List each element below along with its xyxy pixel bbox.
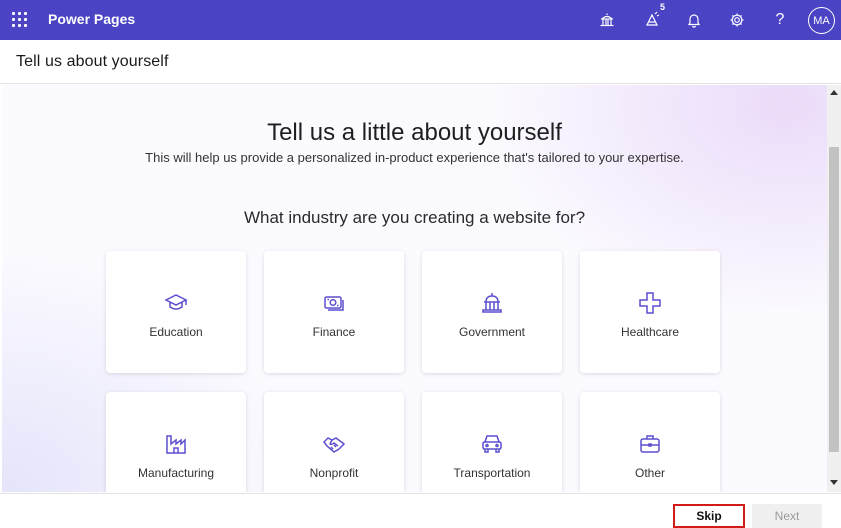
vertical-scrollbar[interactable] [827, 85, 841, 492]
industry-label: Other [634, 466, 665, 480]
industry-card-other[interactable]: Other [580, 392, 720, 492]
medical-cross-icon [639, 292, 661, 314]
industry-label: Education [149, 325, 203, 339]
app-launcher-icon[interactable] [12, 12, 28, 28]
gear-icon[interactable] [727, 10, 747, 30]
copilot-icon[interactable] [642, 10, 662, 30]
help-icon[interactable]: ? [770, 10, 790, 30]
industry-card-healthcare[interactable]: Healthcare [580, 251, 720, 373]
scroll-up-arrow-icon[interactable] [830, 89, 838, 95]
scrollbar-thumb[interactable] [829, 147, 839, 452]
industry-label: Nonprofit [309, 466, 359, 480]
industry-card-government[interactable]: Government [422, 251, 562, 373]
next-button[interactable]: Next [752, 504, 822, 528]
factory-icon [166, 435, 186, 454]
briefcase-icon [640, 435, 660, 453]
notification-count-badge: 5 [660, 2, 666, 12]
industry-card-education[interactable]: Education [106, 251, 246, 373]
industry-card-transportation[interactable]: Transportation [422, 392, 562, 492]
industry-question: What industry are you creating a website… [243, 208, 586, 227]
industry-label: Transportation [453, 466, 531, 480]
page-header: Tell us about yourself [0, 40, 841, 84]
money-icon [324, 296, 344, 311]
industry-card-finance[interactable]: Finance [264, 251, 404, 373]
bell-icon[interactable] [684, 10, 704, 30]
vehicle-icon [482, 435, 502, 453]
avatar[interactable]: MA [808, 7, 835, 34]
graduation-cap-icon [164, 294, 188, 310]
industry-card-nonprofit[interactable]: Nonprofit [264, 392, 404, 492]
industry-label: Government [458, 325, 526, 339]
skip-button[interactable]: Skip [673, 504, 745, 528]
footer-bar: Skip Next [0, 493, 841, 528]
industry-label: Healthcare [620, 325, 680, 339]
industry-label: Manufacturing [137, 466, 215, 480]
app-header-bar: Power Pages 5 ? MA [0, 0, 841, 40]
environment-icon[interactable] [597, 10, 617, 30]
government-building-icon [482, 293, 502, 313]
onboarding-panel: Tell us a little about yourself This wil… [2, 85, 827, 492]
industry-label: Finance [312, 325, 356, 339]
onboarding-subtitle: This will help us provide a personalized… [145, 150, 684, 165]
app-name[interactable]: Power Pages [48, 11, 135, 27]
handshake-icon [323, 437, 346, 453]
page-title: Tell us about yourself [16, 53, 169, 70]
industry-card-manufacturing[interactable]: Manufacturing [106, 392, 246, 492]
onboarding-title: Tell us a little about yourself [267, 119, 562, 146]
scroll-down-arrow-icon[interactable] [830, 480, 838, 486]
